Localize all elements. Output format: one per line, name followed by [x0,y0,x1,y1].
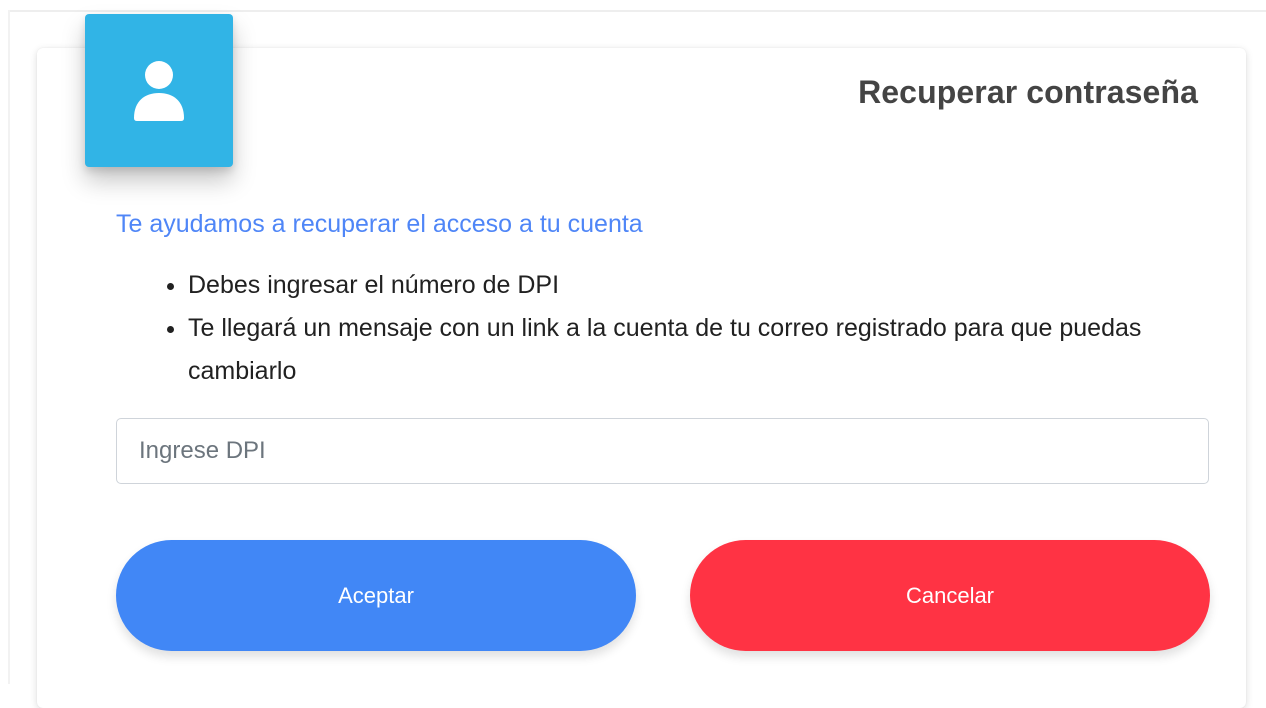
left-divider [8,10,10,684]
instruction-item: Debes ingresar el número de DPI [188,264,1228,307]
instruction-item: Te llegará un mensaje con un link a la c… [188,307,1228,393]
top-divider [8,10,1266,12]
user-icon [133,60,185,122]
page-title: Recuperar contraseña [858,74,1198,110]
avatar-header-box [85,14,233,167]
instructions-list: Debes ingresar el número de DPI Te llega… [148,264,1228,393]
dpi-input[interactable] [116,418,1209,484]
help-subtitle: Te ayudamos a recuperar el acceso a tu c… [116,210,643,238]
cancel-button[interactable]: Cancelar [690,540,1210,651]
accept-button[interactable]: Aceptar [116,540,636,651]
